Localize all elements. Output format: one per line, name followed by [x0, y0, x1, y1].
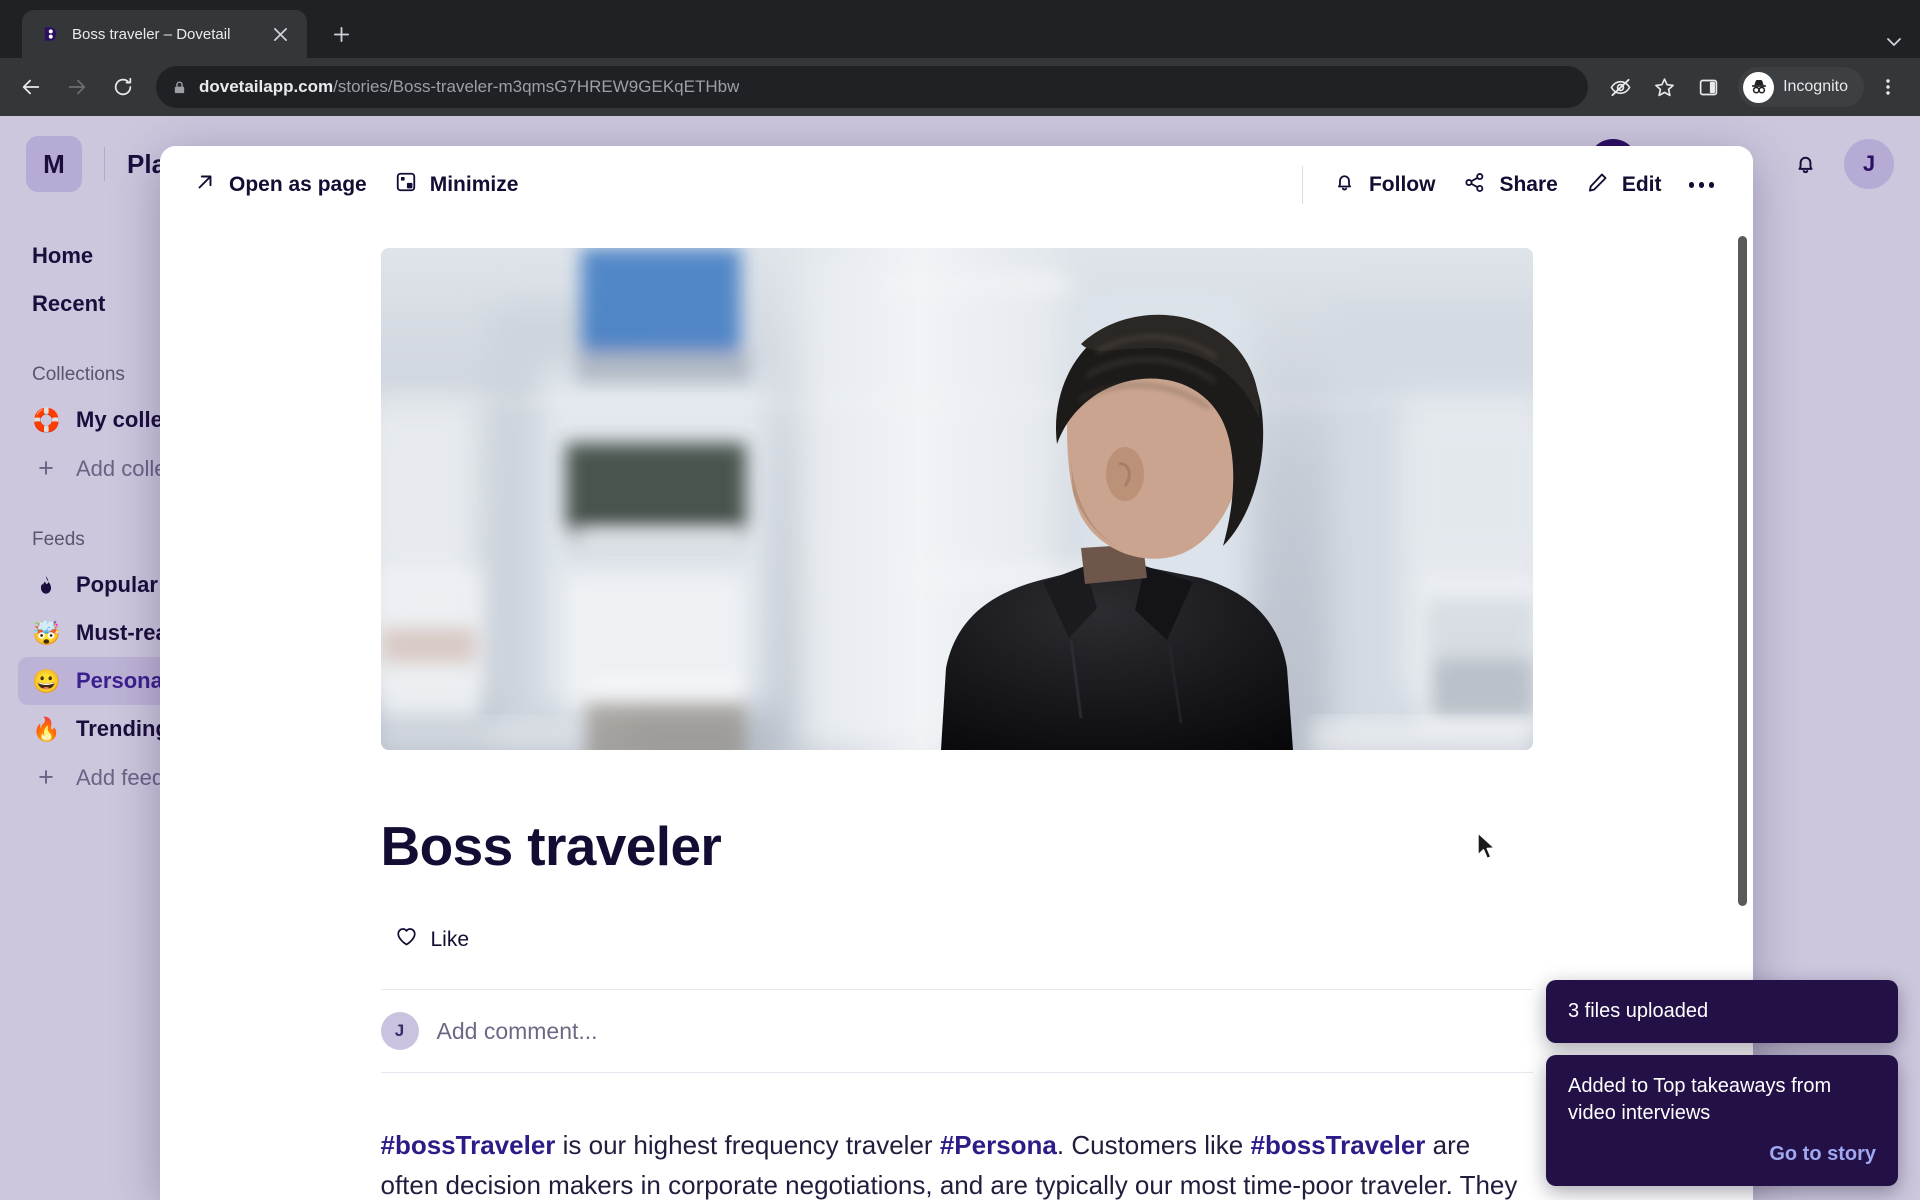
lock-icon: [172, 80, 187, 95]
minimize-label: Minimize: [429, 173, 519, 196]
close-icon[interactable]: [267, 21, 293, 47]
star-icon[interactable]: [1644, 67, 1684, 107]
hashtag-link[interactable]: #bossTraveler: [1251, 1130, 1426, 1160]
tab-title: Boss traveler – Dovetail: [72, 25, 231, 43]
browser-toolbar: dovetailapp.com/stories/Boss-traveler-m3…: [0, 58, 1920, 116]
incognito-hat-icon: [1743, 71, 1775, 103]
share-icon: [1463, 171, 1486, 200]
body-text: . Customers like: [1056, 1130, 1251, 1160]
heart-icon: [395, 925, 418, 954]
side-panel-icon[interactable]: [1688, 67, 1728, 107]
story-title: Boss traveler: [380, 815, 722, 877]
lifebuoy-icon: 🛟: [32, 406, 61, 433]
address-bar-url: dovetailapp.com/stories/Boss-traveler-m3…: [199, 77, 739, 97]
pencil-icon: [1586, 171, 1609, 200]
forward-arrow-icon: [56, 66, 98, 108]
avatar[interactable]: J: [1844, 139, 1894, 189]
app-viewport: M Play' J Home Recent Collections 🛟 My c…: [0, 116, 1920, 1200]
add-feed-label: Add feed: [76, 764, 165, 790]
fire-icon: 🔥: [32, 715, 61, 742]
workspace-avatar[interactable]: M: [26, 136, 82, 192]
hashtag-link[interactable]: #bossTraveler: [381, 1130, 556, 1160]
modal-scrollbar[interactable]: [1738, 236, 1747, 906]
follow-label: Follow: [1368, 173, 1436, 196]
edit-button[interactable]: Edit: [1572, 162, 1676, 209]
tab-list-button[interactable]: [1884, 32, 1920, 52]
browser-window: Boss traveler – Dovetail dovetailapp.com…: [0, 0, 1920, 1200]
share-label: Share: [1499, 173, 1558, 196]
add-comment-row[interactable]: J Add comment...: [380, 989, 1533, 1073]
plus-icon: +: [38, 453, 54, 483]
toast-message: 3 files uploaded: [1568, 1000, 1709, 1022]
dovetail-logo-icon: [40, 24, 60, 44]
url-path: /stories/Boss-traveler-m3qmsG7HREW9GEKqE…: [333, 77, 740, 96]
go-to-story-link[interactable]: Go to story: [1568, 1141, 1876, 1168]
eye-slash-icon[interactable]: [1600, 67, 1640, 107]
back-arrow-icon[interactable]: [10, 66, 52, 108]
modal-body: Boss traveler Like J Add comment... #bos…: [160, 224, 1753, 1200]
tab-strip: Boss traveler – Dovetail: [0, 0, 1920, 58]
toast-message: Added to Top takeaways from video interv…: [1568, 1075, 1832, 1124]
sidebar-item-label: Trending: [76, 716, 169, 741]
story-body: #bossTraveler is our highest frequency t…: [381, 1125, 1533, 1200]
toast-stack: 3 files uploaded Added to Top takeaways …: [1546, 980, 1898, 1186]
incognito-indicator[interactable]: Incognito: [1738, 67, 1864, 107]
minimize-button[interactable]: Minimize: [381, 162, 533, 208]
story-hero-image: [380, 248, 1533, 750]
open-as-page-button[interactable]: Open as page: [180, 162, 381, 208]
open-as-page-label: Open as page: [229, 173, 367, 196]
modal-header-divider: [1301, 166, 1303, 204]
bell-icon: [1333, 171, 1356, 200]
add-collection-label: Add colle: [76, 455, 167, 481]
sidebar-item-label: Popular: [76, 572, 158, 597]
incognito-label: Incognito: [1783, 78, 1848, 95]
grinning-face-icon: 😀: [32, 667, 61, 694]
toast-notification: Added to Top takeaways from video interv…: [1546, 1055, 1898, 1186]
reload-icon[interactable]: [102, 66, 144, 108]
header-divider: [104, 147, 105, 181]
url-domain: dovetailapp.com: [199, 77, 334, 96]
avatar: J: [380, 1012, 419, 1050]
like-row: Like: [381, 916, 1533, 963]
flame-black-icon: [32, 574, 60, 597]
story-modal: Open as page Minimize Follow Share Edit …: [160, 146, 1753, 1200]
exploding-head-icon: 🤯: [32, 619, 61, 646]
mouse-cursor: [1476, 832, 1498, 867]
modal-header: Open as page Minimize Follow Share Edit: [160, 146, 1753, 224]
body-text: is our highest frequency traveler: [555, 1130, 940, 1160]
edit-label: Edit: [1621, 173, 1662, 196]
browser-tab[interactable]: Boss traveler – Dovetail: [22, 10, 307, 58]
address-bar[interactable]: dovetailapp.com/stories/Boss-traveler-m3…: [156, 66, 1589, 108]
follow-button[interactable]: Follow: [1319, 162, 1450, 209]
like-label: Like: [430, 927, 470, 951]
arrow-up-right-icon: [194, 171, 216, 199]
new-tab-button[interactable]: [321, 14, 361, 54]
toast-notification: 3 files uploaded: [1546, 980, 1898, 1043]
comment-input[interactable]: Add comment...: [437, 1018, 598, 1045]
plus-icon: +: [38, 762, 54, 792]
share-button[interactable]: Share: [1449, 162, 1571, 209]
three-dot-vertical-icon[interactable]: [1868, 67, 1908, 107]
bell-icon[interactable]: [1780, 139, 1830, 189]
hashtag-link[interactable]: #Persona: [940, 1130, 1057, 1160]
story-document: Boss traveler Like J Add comment... #bos…: [380, 224, 1533, 1200]
minimize-icon: [395, 171, 417, 199]
like-button[interactable]: Like: [381, 916, 484, 963]
more-horizontal-icon[interactable]: [1676, 170, 1728, 200]
